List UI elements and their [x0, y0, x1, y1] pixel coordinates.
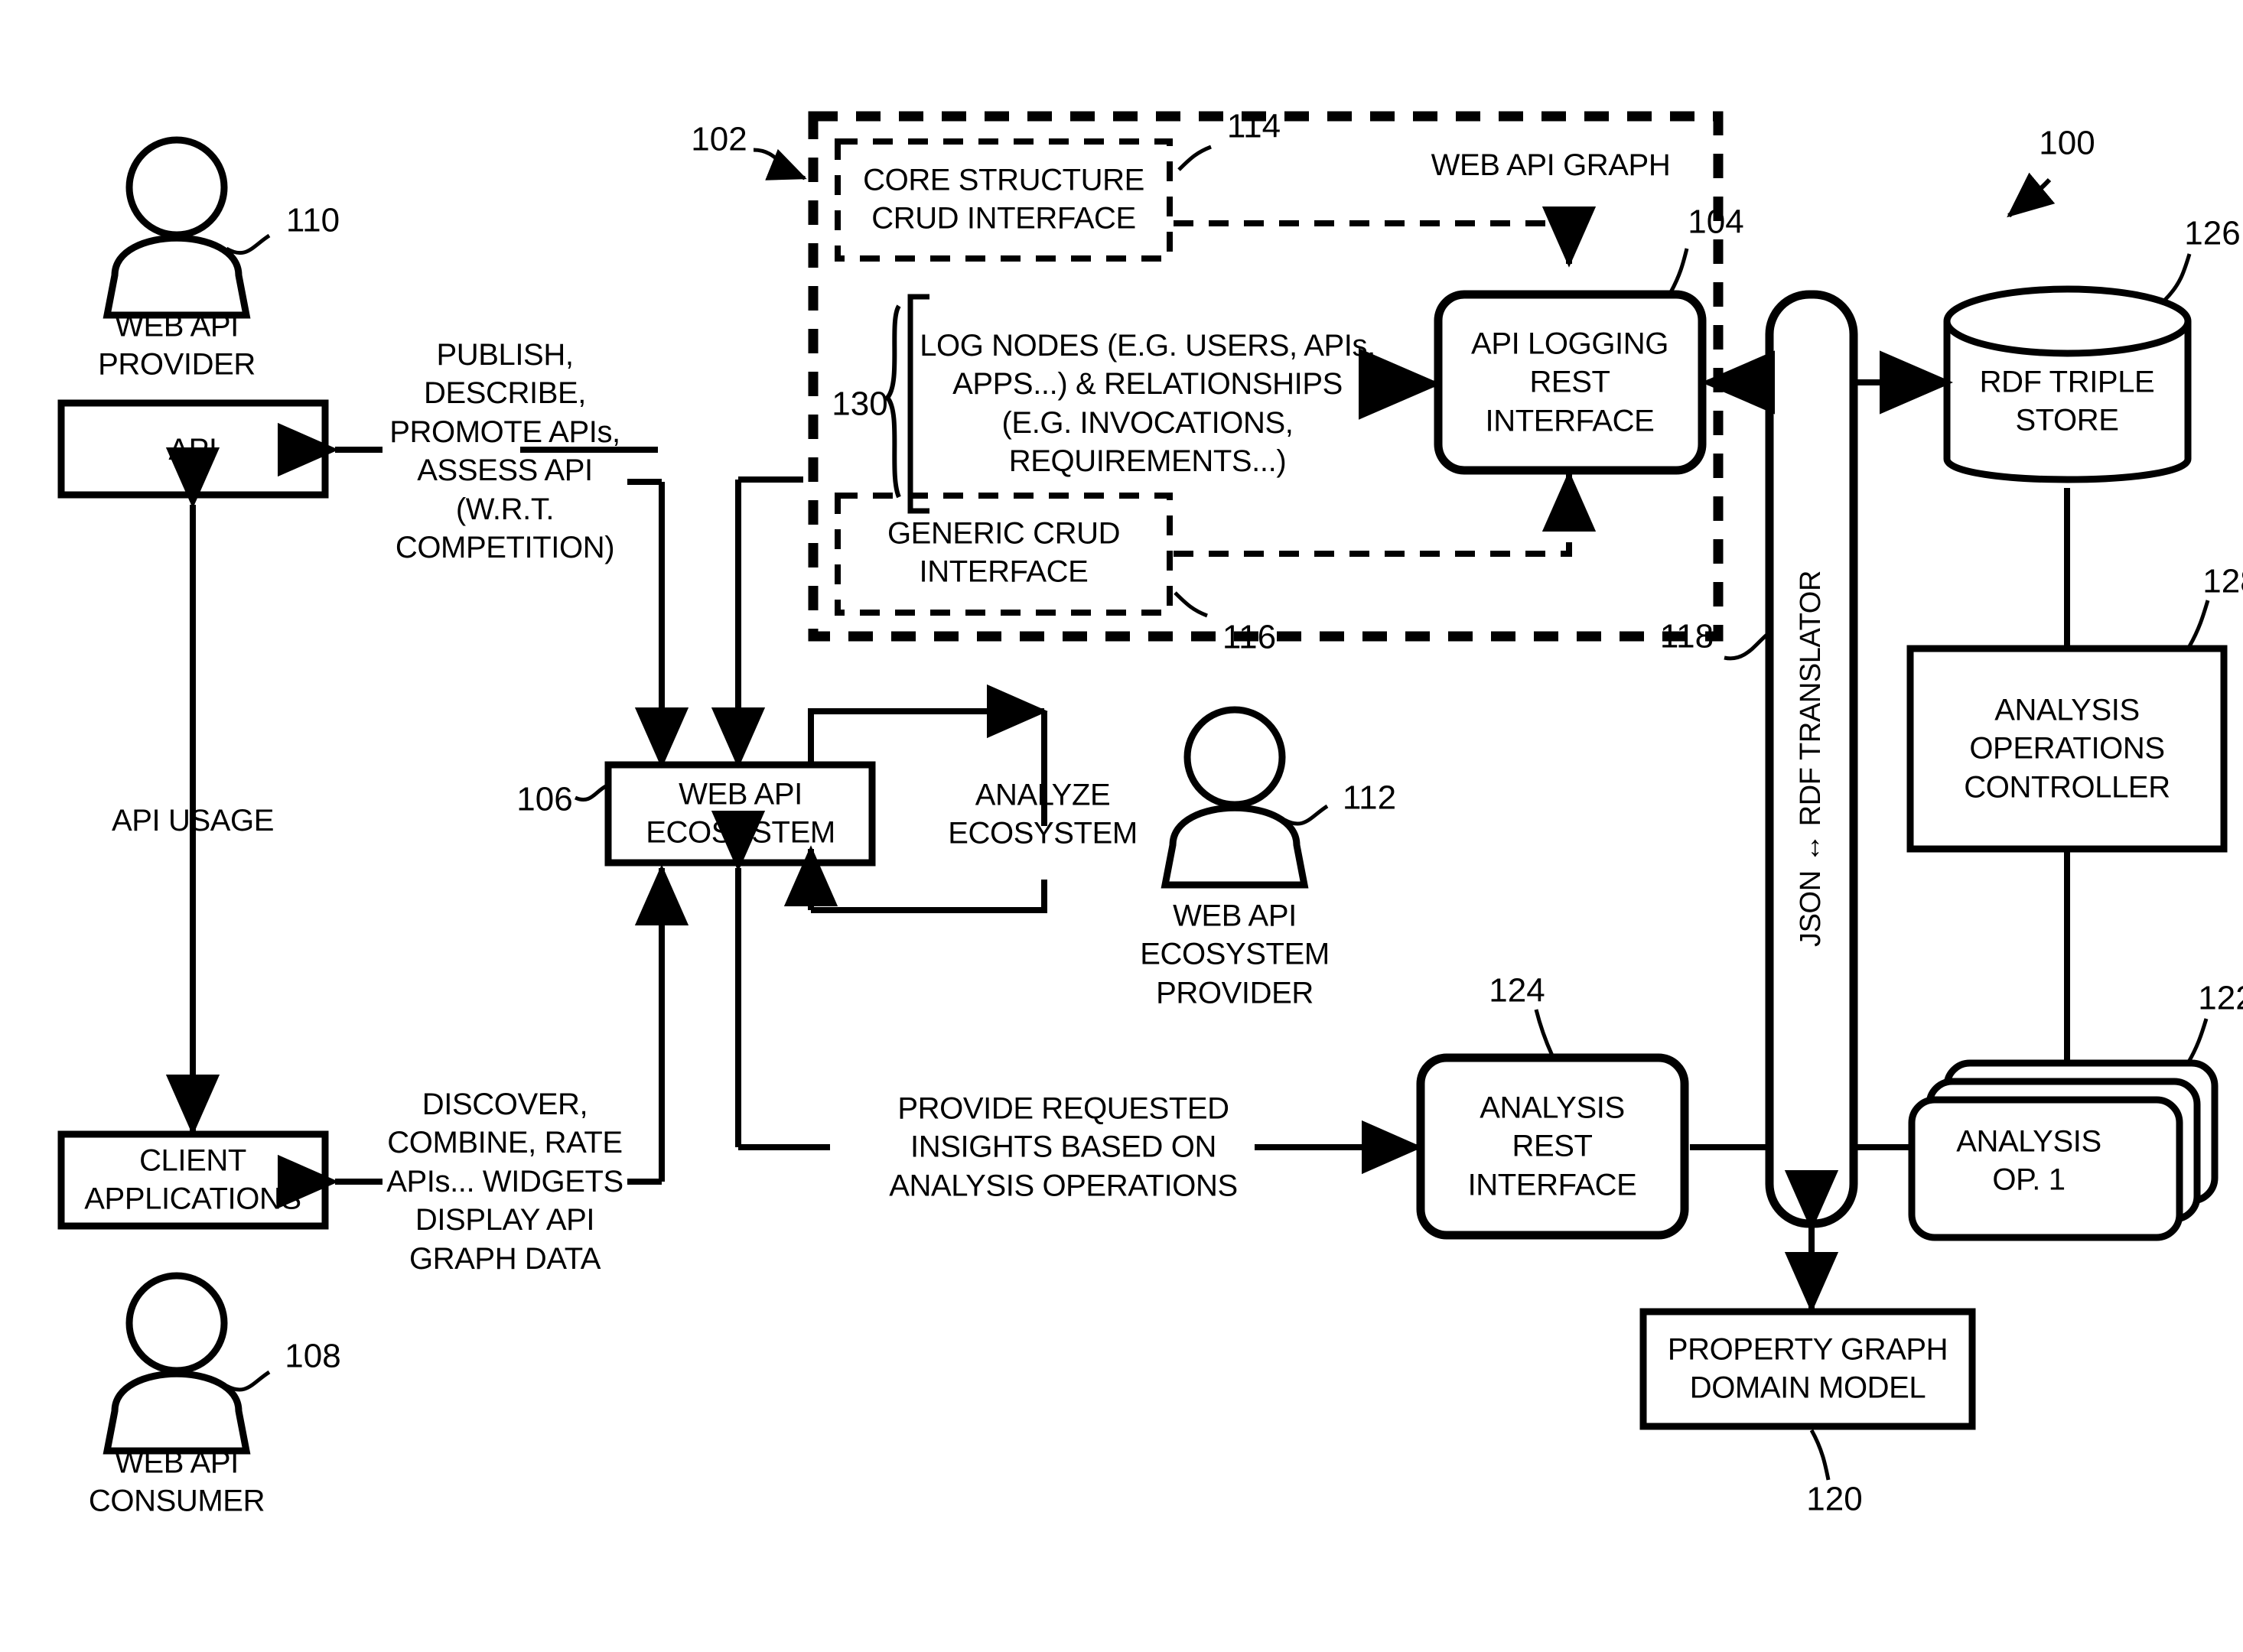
leader-112	[1283, 804, 1329, 826]
figure-canvas: 100 110 WEB API PROVIDER API API USAGE CL…	[0, 0, 2243, 1652]
leader-116	[1174, 591, 1208, 618]
web-api-consumer-label: WEB API CONSUMER	[88, 1446, 265, 1518]
brace-130	[884, 304, 901, 499]
web-api-graph-label: WEB API GRAPH	[1431, 148, 1671, 182]
numeral-110: 110	[285, 201, 340, 239]
provide-insights-label: PROVIDE REQUESTED INSIGHTS BASED ON ANALYS…	[889, 1091, 1238, 1203]
analyze-loop-bottom	[811, 880, 1047, 913]
discover-combine-label: DISCOVER, COMBINE, RATE APIs... WIDGETS DIS…	[386, 1088, 623, 1276]
web-api-consumer-icon	[103, 1272, 251, 1455]
leader-118	[1724, 632, 1770, 661]
leader-114	[1177, 145, 1212, 171]
numeral-120: 120	[1806, 1480, 1863, 1518]
web-api-ecosystem-provider-label: WEB API ECOSYSTEM PROVIDER	[1140, 899, 1330, 1010]
numeral-126: 126	[2184, 214, 2241, 252]
web-api-provider-label: WEB API PROVIDER	[98, 309, 256, 382]
web-api-ecosystem-provider-icon	[1161, 706, 1309, 889]
leader-122	[2186, 1018, 2209, 1065]
api-box-label: API	[168, 432, 217, 467]
numeral-118: 118	[1659, 617, 1714, 655]
numeral-122: 122	[2198, 979, 2243, 1017]
dashed-generic-to-logging	[1174, 470, 1597, 557]
dashed-core-to-logging	[1174, 206, 1597, 268]
analysis-operations-controller-label: ANALYSIS OPERATIONS CONTROLLER	[1964, 693, 2170, 805]
leader-110	[225, 233, 271, 255]
numeral-102: 102	[691, 120, 747, 158]
analysis-op-1-label: ANALYSIS OP. 1	[1956, 1124, 2101, 1197]
numeral-124: 124	[1489, 971, 1545, 1010]
web-api-provider-icon	[103, 136, 251, 319]
numeral-108: 108	[285, 1337, 341, 1375]
numeral-104: 104	[1688, 203, 1744, 241]
numeral-128: 128	[2202, 562, 2243, 600]
web-api-ecosystem-label: WEB API ECOSYSTEM	[646, 777, 835, 850]
leader-100	[2007, 172, 2056, 218]
leader-108	[225, 1370, 271, 1392]
generic-crud-label: GENERIC CRUD INTERFACE	[887, 516, 1121, 589]
leader-126	[2163, 253, 2192, 301]
core-structure-crud-label: CORE STRUCTURE CRUD INTERFACE	[863, 163, 1144, 236]
client-applications-label: CLIENT APPLICATIONS	[84, 1143, 301, 1216]
rdf-triple-store-label: RDF TRIPLE STORE	[1979, 365, 2155, 437]
numeral-106: 106	[516, 780, 573, 818]
analyze-loop-top-seg	[808, 684, 1048, 765]
leader-104	[1668, 248, 1689, 294]
numeral-112: 112	[1342, 779, 1397, 817]
leader-120	[1809, 1429, 1831, 1481]
numeral-100: 100	[2039, 124, 2095, 162]
api-usage-label: API USAGE	[111, 803, 275, 837]
numeral-130: 130	[832, 385, 888, 423]
log-nodes-label: LOG NODES (E.G. USERS, APIs, APPS...) & R…	[920, 329, 1375, 479]
leader-106	[574, 784, 607, 802]
json-rdf-translator-label: JSON ↔ RDF TRANSLATOR	[1795, 570, 1828, 948]
analyze-ecosystem-label: ANALYZE ECOSYSTEM	[948, 778, 1138, 850]
leader-124	[1534, 1009, 1554, 1057]
analysis-rest-interface-label: ANALYSIS REST INTERFACE	[1467, 1091, 1637, 1202]
numeral-116: 116	[1222, 618, 1277, 656]
leader-128	[2187, 600, 2210, 648]
publish-describe-label: PUBLISH, DESCRIBE, PROMOTE APIs, ASSESS API…	[389, 337, 620, 564]
api-logging-rest-label: API LOGGING REST INTERFACE	[1471, 327, 1668, 438]
numeral-114: 114	[1226, 107, 1281, 145]
property-graph-domain-model-label: PROPERTY GRAPH DOMAIN MODEL	[1667, 1332, 1948, 1405]
leader-102	[753, 148, 807, 180]
